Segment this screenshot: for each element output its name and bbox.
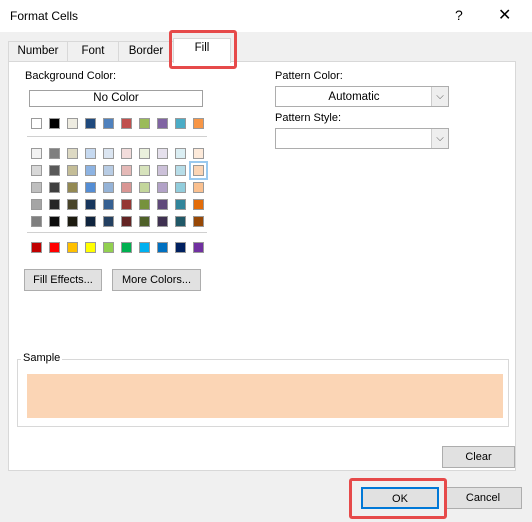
tab-font[interactable]: Font — [67, 41, 119, 62]
color-swatch[interactable] — [31, 148, 42, 159]
tab-border[interactable]: Border — [118, 41, 174, 62]
color-swatch[interactable] — [85, 118, 96, 129]
color-swatch[interactable] — [193, 148, 204, 159]
color-swatch[interactable] — [103, 199, 114, 210]
color-swatch[interactable] — [139, 199, 150, 210]
color-swatch[interactable] — [121, 182, 132, 193]
color-swatch[interactable] — [193, 216, 204, 227]
color-swatch[interactable] — [175, 118, 186, 129]
color-swatch[interactable] — [85, 182, 96, 193]
pattern-color-label: Pattern Color: — [275, 70, 343, 82]
color-swatch[interactable] — [67, 216, 78, 227]
color-swatch[interactable] — [67, 182, 78, 193]
color-swatch[interactable] — [103, 118, 114, 129]
color-swatch[interactable] — [49, 182, 60, 193]
more-colors-button[interactable]: More Colors... — [112, 269, 201, 291]
no-color-button[interactable]: No Color — [29, 90, 203, 107]
color-swatch[interactable] — [85, 148, 96, 159]
color-swatch[interactable] — [175, 165, 186, 176]
color-swatch[interactable] — [85, 199, 96, 210]
color-swatch[interactable] — [31, 216, 42, 227]
sample-label: Sample — [21, 352, 63, 364]
color-swatch[interactable] — [189, 161, 208, 180]
color-swatch[interactable] — [121, 148, 132, 159]
tab-number[interactable]: Number — [8, 41, 68, 62]
color-swatch[interactable] — [157, 242, 168, 253]
color-swatch[interactable] — [103, 182, 114, 193]
color-swatch[interactable] — [31, 165, 42, 176]
color-swatch[interactable] — [67, 242, 78, 253]
color-swatch[interactable] — [103, 242, 114, 253]
color-swatch[interactable] — [157, 148, 168, 159]
color-swatch[interactable] — [31, 118, 42, 129]
sample-preview — [27, 374, 503, 418]
color-swatch[interactable] — [121, 165, 132, 176]
color-swatch[interactable] — [193, 199, 204, 210]
tab-fill[interactable]: Fill — [173, 38, 231, 63]
color-swatch[interactable] — [157, 182, 168, 193]
divider — [27, 136, 207, 137]
color-swatch[interactable] — [175, 242, 186, 253]
pattern-style-label: Pattern Style: — [275, 112, 342, 124]
dialog-title: Format Cells — [10, 9, 79, 23]
color-swatch[interactable] — [31, 199, 42, 210]
color-swatch[interactable] — [103, 165, 114, 176]
color-swatch[interactable] — [103, 216, 114, 227]
color-swatch[interactable] — [31, 182, 42, 193]
color-swatch[interactable] — [139, 242, 150, 253]
clear-button[interactable]: Clear — [442, 446, 515, 468]
color-swatch[interactable] — [49, 148, 60, 159]
highlight-ok-button — [349, 478, 447, 519]
color-swatch[interactable] — [139, 216, 150, 227]
color-swatch[interactable] — [175, 216, 186, 227]
color-swatch[interactable] — [157, 118, 168, 129]
pattern-color-dropdown[interactable]: Automatic ⌵ — [275, 86, 449, 107]
pattern-style-dropdown[interactable]: ⌵ — [275, 128, 449, 149]
title-bar: Format Cells ? ✕ — [0, 0, 532, 32]
color-swatch[interactable] — [67, 148, 78, 159]
close-button[interactable]: ✕ — [498, 5, 511, 25]
color-swatch[interactable] — [31, 242, 42, 253]
color-swatch[interactable] — [85, 216, 96, 227]
help-button[interactable]: ? — [455, 7, 463, 23]
chevron-down-icon[interactable]: ⌵ — [431, 87, 448, 106]
color-swatch[interactable] — [121, 242, 132, 253]
background-color-label: Background Color: — [25, 70, 117, 82]
color-swatch[interactable] — [157, 216, 168, 227]
cancel-button[interactable]: Cancel — [444, 487, 522, 509]
chevron-down-icon[interactable]: ⌵ — [431, 129, 448, 148]
color-swatch[interactable] — [157, 165, 168, 176]
fill-panel: Background Color: No Color Fill Effects.… — [8, 61, 516, 471]
color-swatch[interactable] — [49, 165, 60, 176]
color-swatch[interactable] — [103, 148, 114, 159]
color-swatch[interactable] — [139, 148, 150, 159]
color-swatch[interactable] — [121, 216, 132, 227]
color-swatch[interactable] — [49, 118, 60, 129]
color-swatch[interactable] — [193, 182, 204, 193]
color-swatch[interactable] — [67, 165, 78, 176]
color-swatch[interactable] — [85, 165, 96, 176]
fill-effects-button[interactable]: Fill Effects... — [24, 269, 102, 291]
color-swatch[interactable] — [49, 199, 60, 210]
color-swatch[interactable] — [175, 148, 186, 159]
color-swatch[interactable] — [175, 199, 186, 210]
color-swatch[interactable] — [121, 118, 132, 129]
color-swatch[interactable] — [175, 182, 186, 193]
color-swatch[interactable] — [121, 199, 132, 210]
color-swatch[interactable] — [193, 242, 204, 253]
color-swatch[interactable] — [193, 118, 204, 129]
color-swatch[interactable] — [67, 199, 78, 210]
color-swatch[interactable] — [49, 242, 60, 253]
color-swatch[interactable] — [67, 118, 78, 129]
color-swatch[interactable] — [157, 199, 168, 210]
color-swatch[interactable] — [85, 242, 96, 253]
color-swatch[interactable] — [49, 216, 60, 227]
divider — [27, 232, 207, 233]
pattern-color-value: Automatic — [328, 91, 380, 103]
color-swatch[interactable] — [139, 165, 150, 176]
color-swatch[interactable] — [139, 182, 150, 193]
color-swatch[interactable] — [139, 118, 150, 129]
